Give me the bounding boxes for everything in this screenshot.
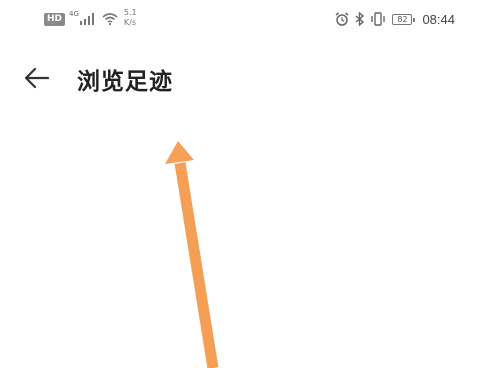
battery-level: 82 bbox=[397, 14, 408, 24]
page-title: 浏览足迹 bbox=[77, 68, 173, 95]
hd-badge: HD bbox=[44, 12, 66, 26]
arrow-left-icon bbox=[24, 67, 50, 89]
speed-value: 5.1 bbox=[123, 8, 137, 17]
network-type: 4G bbox=[69, 10, 79, 18]
speed-unit: K/s bbox=[123, 18, 137, 27]
app-bar: 浏览足迹 bbox=[0, 50, 499, 106]
network-speed: 5.1 K/s bbox=[124, 8, 137, 28]
status-bar: HD 4G 5.1 K/s 82 08:44 bbox=[0, 0, 499, 38]
alarm-icon bbox=[335, 12, 349, 26]
signal-icon bbox=[79, 13, 94, 25]
battery-icon: 82 bbox=[392, 13, 416, 25]
wifi-icon bbox=[102, 13, 118, 25]
bluetooth-icon bbox=[355, 12, 365, 26]
clock: 08:44 bbox=[422, 11, 455, 27]
status-right: 82 08:44 bbox=[329, 8, 455, 30]
status-left: HD 4G 5.1 K/s bbox=[44, 8, 137, 30]
back-button[interactable] bbox=[22, 63, 52, 93]
vibrate-icon bbox=[371, 12, 386, 26]
